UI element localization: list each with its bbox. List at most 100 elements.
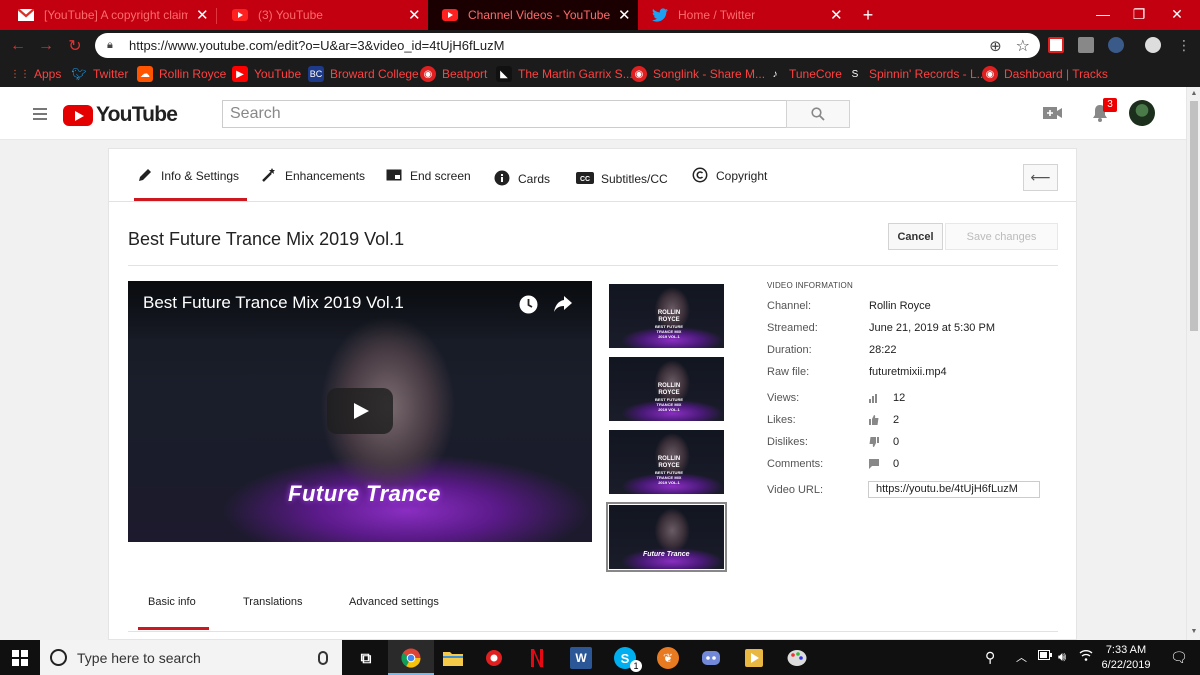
chrome-icon[interactable] [400,647,422,669]
bookmark-twitter[interactable]: 🐦︎ Twitter [71,66,128,82]
bookmark-rollin-royce[interactable]: ☁ Rollin Royce [137,66,226,82]
tab-enhancements[interactable]: Enhancements [260,167,365,201]
raw-file-row: Raw file: futuretmixii.mp4 [767,366,947,382]
word-icon[interactable]: W [570,647,592,669]
bookmark-beatport[interactable]: ◉ Beatport [420,66,487,82]
back-to-list-button[interactable]: ⟵ [1023,164,1058,191]
apps-grid-icon: ⋮⋮ [10,68,30,80]
browser-tab-gmail[interactable]: [YouTube] A copyright claim was ✕ [4,0,216,30]
cancel-button[interactable]: Cancel [888,223,943,250]
battery-icon[interactable] [1038,649,1052,663]
thumbnail-option[interactable]: ROLLIN ROYCE BEST FUTURE TRANCE MIX 2019… [609,430,724,494]
video-url-row: Video URL: https://youtu.be/4tUjH6fLuzM [767,481,1040,500]
pocket-extension-icon[interactable] [1048,37,1064,53]
close-tab-icon[interactable]: ✕ [830,6,843,24]
new-tab-button[interactable]: + [858,4,878,26]
cc-icon: CC [576,170,594,186]
address-url[interactable]: https://www.youtube.com/edit?o=U&ar=3&vi… [129,38,989,53]
bookmark-tunecore[interactable]: ♪ TuneCore [767,66,842,82]
scroll-down-icon[interactable]: ▼ [1190,628,1198,636]
tab-copyright[interactable]: Copyright [691,167,767,201]
page-scrollbar[interactable]: ▲ ▼ [1186,87,1200,640]
forward-arrow-icon[interactable]: → [34,34,58,58]
tab-basic-info[interactable]: Basic info [138,596,209,630]
share-arrow-icon[interactable] [553,295,573,313]
tab-info-settings[interactable]: Info & Settings [133,167,248,201]
tab-title: [YouTube] A copyright claim was [44,8,188,22]
dislikes-value: 0 [893,436,900,448]
video-player[interactable]: Best Future Trance Mix 2019 Vol.1 Future… [128,281,592,542]
reload-icon[interactable]: ↻ [63,34,87,58]
browser-tab-studio[interactable]: Channel Videos - YouTube Studio ✕ [428,0,638,30]
microphone-icon[interactable] [318,650,328,665]
bookmark-star-icon[interactable]: ☆ [1016,36,1030,56]
action-center-icon[interactable]: 🗨︎ [1170,649,1188,666]
scroll-up-icon[interactable]: ▲ [1190,90,1198,98]
thumbnail-line: ROLLIN [657,310,681,316]
tab-cards[interactable]: Cards [493,170,550,204]
pencil-icon [136,167,154,183]
info-label: Raw file: [767,366,810,378]
scrollbar-thumb[interactable] [1190,101,1198,331]
thumbnail-option[interactable]: ROLLIN ROYCE BEST FUTURE TRANCE MIX 2019… [609,357,724,421]
tab-advanced-settings[interactable]: Advanced settings [349,596,439,608]
volume-icon[interactable]: 🔊︎ [1058,649,1066,665]
tab-label: Copyright [716,169,768,183]
media-player-icon[interactable] [743,647,765,669]
close-tab-icon[interactable]: ✕ [618,6,631,24]
extension-icon[interactable] [1078,37,1094,53]
save-changes-button[interactable]: Save changes [945,223,1058,250]
tab-end-screen[interactable]: End screen [385,167,471,201]
avatar[interactable] [1129,100,1155,126]
profile-icon[interactable] [1145,37,1161,53]
task-view-icon[interactable]: ⧉ [355,647,377,669]
bookmark-songlink[interactable]: ◉ Songlink - Share M... [631,66,765,82]
back-arrow-icon[interactable]: ← [6,34,30,58]
youtube-logo[interactable]: YouTube [63,103,178,126]
browser-tab-youtube[interactable]: (3) YouTube ✕ [218,0,428,30]
thumbnail-line: BEST FUTURE TRANCE MIX [655,397,683,407]
close-window-button[interactable]: ✕ [1154,0,1200,28]
show-hidden-icons-chevron-icon[interactable]: ︿ [1016,649,1027,665]
discord-icon[interactable] [700,647,722,669]
thumbnail-option[interactable]: ROLLIN ROYCE BEST FUTURE TRANCE MIX 2019… [609,284,724,348]
thumbnail-line: ROLLIN [657,383,681,389]
youtube-icon: ▶ [232,66,248,82]
netflix-icon[interactable] [526,647,548,669]
close-tab-icon[interactable]: ✕ [196,6,209,24]
tab-translations[interactable]: Translations [243,596,303,608]
search-input[interactable]: Search [222,100,786,128]
bookmark-dashboard-tracks[interactable]: ◉ Dashboard | Tracks [982,66,1108,82]
taskbar-search-box[interactable]: Type here to search [40,640,342,675]
watch-later-clock-icon[interactable] [519,295,538,314]
app-icon[interactable] [484,647,506,669]
thumbnail-option-selected[interactable]: Future Trance [606,502,727,572]
close-tab-icon[interactable]: ✕ [408,6,421,24]
bookmark-apps[interactable]: ⋮⋮ Apps [10,66,61,82]
fl-studio-icon[interactable]: ❦ [657,647,679,669]
address-bar[interactable]: 🔒︎ https://www.youtube.com/edit?o=U&ar=3… [95,33,1040,58]
taskbar-clock[interactable]: 7:33 AM 6/22/2019 [1100,643,1152,673]
bookmark-martin-garrix[interactable]: ◣ The Martin Garrix S... [496,66,633,82]
wifi-icon[interactable] [1079,649,1093,664]
bookmark-spinnin-records[interactable]: S Spinnin' Records - L... [847,66,987,82]
hamburger-menu-icon[interactable] [33,108,47,120]
zoom-icon[interactable]: ⊕ [989,37,1002,55]
thumbnail-text: ROLLIN ROYCE BEST FUTURE TRANCE MIX 2019… [649,310,689,339]
windows-start-icon[interactable] [12,650,28,666]
upload-video-icon[interactable] [1043,105,1063,123]
bookmark-broward-college[interactable]: BC Broward College [308,66,419,82]
tab-label: Cards [518,172,551,186]
people-icon[interactable]: ⚲ [985,649,995,666]
play-button[interactable] [327,388,393,434]
menu-dots-icon[interactable]: ⋮ [1176,37,1192,53]
browser-tab-twitter[interactable]: Home / Twitter ✕ [638,0,850,30]
search-button[interactable] [786,100,850,128]
tab-subtitles-cc[interactable]: CC Subtitles/CC [576,170,668,204]
paint-icon[interactable] [786,647,808,669]
tab-title: (3) YouTube [258,8,323,22]
file-explorer-icon[interactable] [442,647,464,669]
extension-icon[interactable] [1108,37,1124,53]
video-url-field[interactable]: https://youtu.be/4tUjH6fLuzM [868,481,1040,498]
bookmark-youtube[interactable]: ▶ YouTube [232,66,301,82]
